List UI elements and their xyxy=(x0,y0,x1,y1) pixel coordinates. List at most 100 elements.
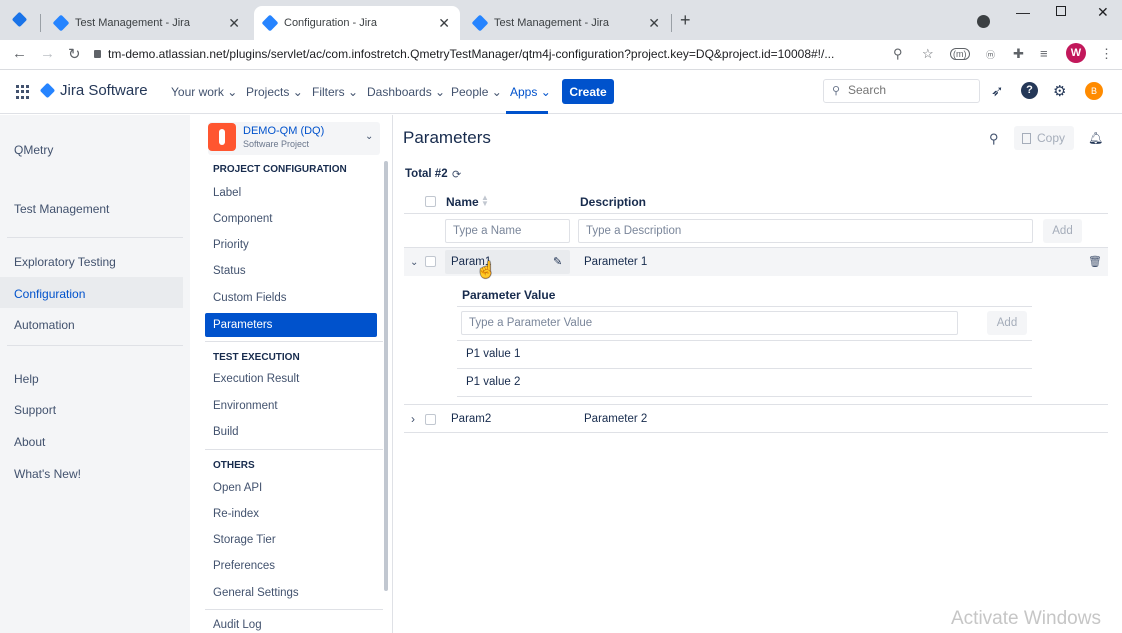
tab-close-icon[interactable]: ✕ xyxy=(648,15,660,32)
search-icon: ⚲ xyxy=(832,85,841,97)
param-name-cell[interactable]: Param2 xyxy=(451,413,491,425)
add-parameter-button[interactable]: Add xyxy=(1043,219,1082,243)
config-item-parameters[interactable]: Parameters xyxy=(205,313,377,337)
window-close-icon[interactable]: ✕ xyxy=(1097,4,1109,21)
jira-search-field[interactable]: ⚲ xyxy=(823,79,980,103)
sidebar-item-test-management[interactable]: Test Management xyxy=(14,202,109,216)
config-item-environment[interactable]: Environment xyxy=(213,400,278,412)
search-input[interactable] xyxy=(848,83,968,97)
name-input[interactable] xyxy=(446,220,569,242)
sidebar-divider xyxy=(205,609,383,610)
forward-arrow-icon[interactable]: → xyxy=(40,45,55,62)
sidebar-item-whats-new[interactable]: What's New! xyxy=(14,467,81,481)
browser-menu-icon[interactable]: ⋮ xyxy=(1100,46,1113,62)
sidebar-item-about[interactable]: About xyxy=(14,435,45,449)
parameter-value-item[interactable]: P1 value 2 xyxy=(466,376,520,388)
tab-test-management-1[interactable]: Test Management - Jira ✕ xyxy=(45,6,250,40)
sidebar-item-exploratory-testing[interactable]: Exploratory Testing xyxy=(14,255,116,269)
user-avatar[interactable]: B xyxy=(1085,82,1103,100)
sidebar-scrollbar[interactable] xyxy=(384,161,388,591)
column-header-name[interactable]: Name xyxy=(446,195,479,209)
nav-dashboards[interactable]: Dashboards ⌄ xyxy=(367,85,445,99)
row-divider xyxy=(404,432,1108,433)
config-item-execution-result[interactable]: Execution Result xyxy=(213,373,299,385)
sidebar-item-support[interactable]: Support xyxy=(14,403,56,417)
tab-configuration[interactable]: Configuration - Jira ✕ xyxy=(254,6,460,40)
config-item-label[interactable]: Label xyxy=(213,187,241,199)
search-icon[interactable]: ⚲ xyxy=(989,131,999,147)
project-avatar-icon xyxy=(208,123,236,151)
row-checkbox[interactable] xyxy=(425,414,436,425)
select-all-checkbox[interactable] xyxy=(425,196,436,207)
hand-cursor-icon: ☝ xyxy=(476,262,496,279)
extensions-puzzle-icon[interactable]: ✚ xyxy=(1013,46,1024,62)
url-text[interactable]: tm-demo.atlassian.net/plugins/servlet/ac… xyxy=(108,47,834,61)
description-field[interactable] xyxy=(578,219,1033,243)
help-icon[interactable]: ? xyxy=(1021,82,1038,99)
parameter-value-item[interactable]: P1 value 1 xyxy=(466,348,520,360)
config-item-component[interactable]: Component xyxy=(213,213,272,225)
zoom-icon[interactable]: ⚲ xyxy=(893,46,903,62)
nav-apps[interactable]: Apps ⌄ xyxy=(510,85,551,99)
reading-list-icon[interactable]: ≡ xyxy=(1040,46,1048,61)
create-button[interactable]: Create xyxy=(562,79,614,104)
sort-icon[interactable]: ▲ ▼ xyxy=(481,194,489,208)
settings-gear-icon[interactable]: ⚙ xyxy=(1053,82,1066,100)
sidebar-item-qmetry[interactable]: QMetry xyxy=(14,143,53,157)
extension-icon[interactable]: ⓜ xyxy=(986,48,995,61)
parameter-value-heading: Parameter Value xyxy=(462,288,556,302)
parameter-value-input[interactable] xyxy=(462,312,957,334)
nav-filters[interactable]: Filters ⌄ xyxy=(312,85,358,99)
chevron-down-icon[interactable]: ⌄ xyxy=(410,257,418,268)
copy-button[interactable]: Copy xyxy=(1014,126,1074,150)
name-field[interactable] xyxy=(445,219,570,243)
jira-logo-icon[interactable] xyxy=(39,82,56,99)
back-arrow-icon[interactable]: ← xyxy=(12,45,27,62)
tab-search-icon[interactable] xyxy=(11,11,28,28)
sidebar-item-configuration[interactable]: Configuration xyxy=(14,287,85,301)
reload-icon[interactable]: ↻ xyxy=(68,45,81,63)
new-tab-plus-icon[interactable]: + xyxy=(680,10,691,31)
bell-icon[interactable]: 🔔︎ xyxy=(1088,131,1103,145)
parameter-value-field[interactable] xyxy=(461,311,958,335)
tab-close-icon[interactable]: ✕ xyxy=(438,15,450,32)
nav-people[interactable]: People ⌄ xyxy=(451,85,502,99)
config-item-general-settings[interactable]: General Settings xyxy=(213,587,299,599)
row-checkbox[interactable] xyxy=(425,256,436,267)
sidebar-item-help[interactable]: Help xyxy=(14,372,39,386)
notifications-rocket-icon[interactable]: ➶ xyxy=(991,82,1004,100)
tab-test-management-2[interactable]: Test Management - Jira ✕ xyxy=(464,6,670,40)
bookmark-star-icon[interactable]: ☆ xyxy=(922,46,934,62)
app-switcher-icon[interactable] xyxy=(16,85,30,99)
maximize-icon[interactable] xyxy=(1056,6,1066,16)
browser-profile-dot-icon[interactable] xyxy=(977,15,990,28)
chevron-right-icon[interactable]: › xyxy=(411,412,415,426)
add-value-button[interactable]: Add xyxy=(987,311,1027,335)
config-item-status[interactable]: Status xyxy=(213,265,246,277)
config-item-custom-fields[interactable]: Custom Fields xyxy=(213,292,287,304)
browser-profile-avatar[interactable]: W xyxy=(1066,43,1086,63)
description-input[interactable] xyxy=(579,220,1032,242)
param-description-cell[interactable]: Parameter 2 xyxy=(584,413,647,425)
sidebar-item-automation[interactable]: Automation xyxy=(14,318,75,332)
edit-pencil-icon[interactable]: ✎ xyxy=(553,255,562,268)
delete-trash-icon[interactable]: 🗑︎ xyxy=(1088,255,1102,268)
nav-projects[interactable]: Projects ⌄ xyxy=(246,85,303,99)
config-item-preferences[interactable]: Preferences xyxy=(213,560,275,572)
config-item-audit-log[interactable]: Audit Log xyxy=(213,619,262,631)
config-item-open-api[interactable]: Open API xyxy=(213,482,262,494)
jira-favicon-icon xyxy=(52,14,70,32)
refresh-icon[interactable]: ⟳ xyxy=(452,168,461,181)
project-switcher[interactable]: DEMO-QM (DQ) Software Project ⌄ xyxy=(208,122,380,155)
nav-your-work[interactable]: Your work ⌄ xyxy=(171,85,237,99)
tab-close-icon[interactable]: ✕ xyxy=(228,15,240,32)
param-description-cell[interactable]: Parameter 1 xyxy=(584,256,647,268)
jira-product-name[interactable]: Jira Software xyxy=(60,82,148,99)
config-item-re-index[interactable]: Re-index xyxy=(213,508,259,520)
copy-label: Copy xyxy=(1037,131,1066,145)
config-item-priority[interactable]: Priority xyxy=(213,239,249,251)
minimize-icon[interactable]: — xyxy=(1016,4,1030,20)
extension-icon[interactable]: (m) xyxy=(950,48,970,60)
config-item-storage-tier[interactable]: Storage Tier xyxy=(213,534,276,546)
config-item-build[interactable]: Build xyxy=(213,426,239,438)
